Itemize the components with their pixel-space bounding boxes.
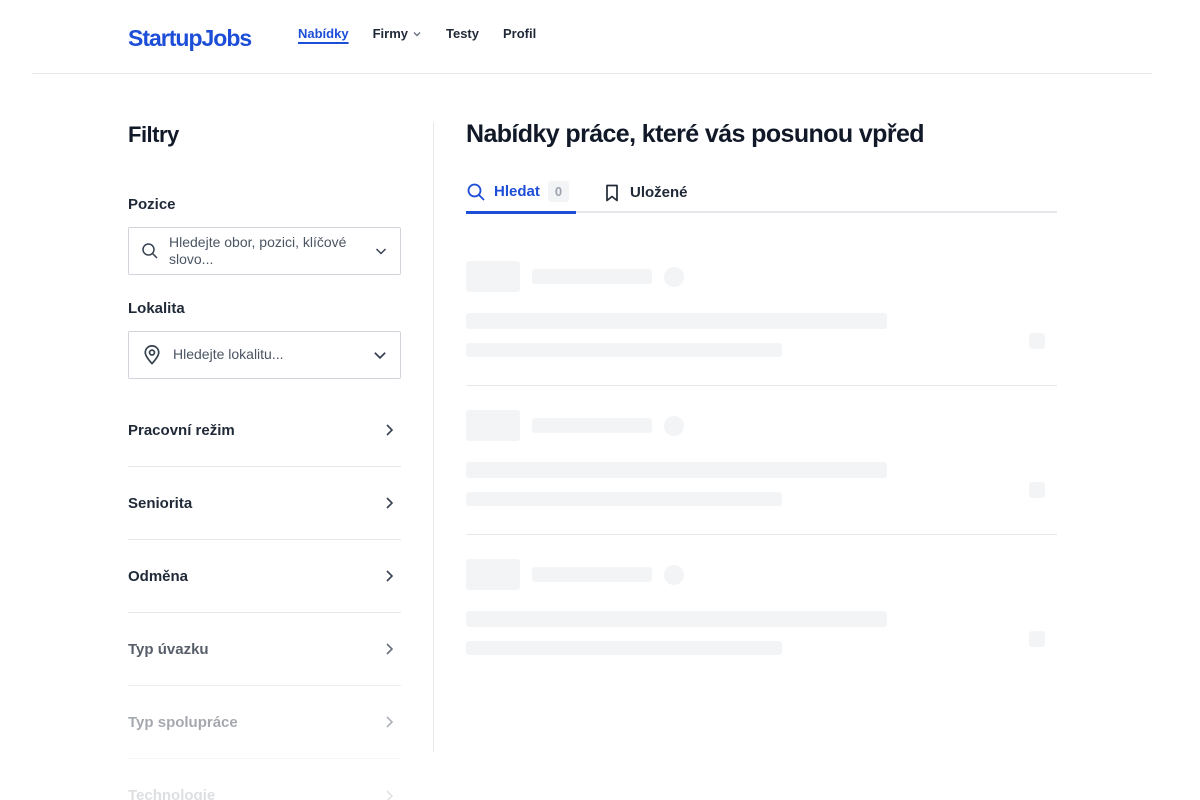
skeleton-company <box>532 418 652 433</box>
skeleton-bookmark <box>1029 333 1045 349</box>
logo-text-jobs: Jobs <box>201 24 253 51</box>
logo-text-startup: Startup <box>128 24 202 51</box>
filters-sidebar: Filtry Pozice Hledejte obor, pozici, klí… <box>128 122 401 800</box>
filter-technologies[interactable]: Technologie <box>128 759 401 800</box>
job-card-skeleton <box>466 386 1057 535</box>
skeleton-meta <box>466 641 782 655</box>
tab-saved[interactable]: Uložené <box>602 172 688 213</box>
skeleton-logo <box>466 410 520 441</box>
chevron-right-icon <box>386 424 394 436</box>
chevron-right-icon <box>386 497 394 509</box>
nav-item-testy[interactable]: Testy <box>446 26 479 41</box>
nav-item-profil[interactable]: Profil <box>503 26 536 41</box>
top-header: Startup Jobs Nabídky Firmy Testy Profil <box>32 0 1152 74</box>
position-placeholder: Hledejte obor, pozici, klíčové slovo... <box>169 233 347 268</box>
nav-label: Testy <box>445 26 479 41</box>
filter-label: Seniorita <box>128 494 193 512</box>
filter-label: Technologie <box>128 787 216 800</box>
skeleton-dot <box>664 565 684 585</box>
location-placeholder: Hledejte lokalitu... <box>173 346 284 363</box>
filter-cooperation-type[interactable]: Typ spolupráce <box>128 686 401 759</box>
page-title: Nabídky práce, které vás posunou vpřed <box>466 120 925 148</box>
skeleton-meta <box>466 343 782 357</box>
filters-title: Filtry <box>128 122 179 147</box>
skeleton-logo <box>466 261 520 292</box>
filter-label: Odměna <box>128 567 189 585</box>
filter-label: Pracovní režim <box>128 421 235 439</box>
nav-label: Profil <box>502 26 537 41</box>
location-label: Lokalita <box>128 300 185 317</box>
skeleton-dot <box>664 416 684 436</box>
skeleton-company <box>532 269 652 284</box>
skeleton-dot <box>664 267 684 287</box>
bookmark-icon <box>606 184 618 201</box>
filter-employment-type[interactable]: Typ úvazku <box>128 613 401 686</box>
chevron-down-icon <box>413 31 421 36</box>
nav-label: Firmy <box>372 26 408 41</box>
skeleton-bookmark <box>1029 631 1045 647</box>
results-count-badge: 0 <box>547 181 570 202</box>
skeleton-company <box>532 567 652 582</box>
skeleton-meta <box>466 492 782 506</box>
chevron-right-icon <box>386 716 394 728</box>
nav-item-nabidky[interactable]: Nabídky <box>298 26 349 41</box>
job-card-skeleton <box>466 237 1057 386</box>
tab-search-label: Hledat <box>494 183 540 200</box>
nav-item-firmy[interactable]: Firmy <box>373 26 422 41</box>
position-search-input[interactable]: Hledejte obor, pozici, klíčové slovo... <box>128 227 401 275</box>
chevron-right-icon <box>386 643 394 655</box>
tab-search[interactable]: Hledat 0 <box>466 172 576 214</box>
skeleton-bookmark <box>1029 482 1045 498</box>
skeleton-title <box>466 462 887 478</box>
filter-label: Typ spolupráce <box>128 713 238 731</box>
filter-seniority[interactable]: Seniorita <box>128 467 401 540</box>
chevron-right-icon <box>386 789 394 800</box>
skeleton-title <box>466 313 887 329</box>
chevron-down-icon[interactable] <box>372 347 388 363</box>
location-pin-icon <box>144 344 160 365</box>
search-icon <box>467 183 485 201</box>
chevron-down-icon[interactable] <box>374 244 388 258</box>
startupjobs-logo[interactable]: Startup Jobs <box>128 22 253 54</box>
chevron-right-icon <box>386 570 394 582</box>
filter-work-mode[interactable]: Pracovní režim <box>128 394 401 467</box>
sidebar-divider <box>433 122 434 752</box>
results-tabs: Hledat 0 Uložené <box>466 172 1057 214</box>
search-icon <box>142 243 158 259</box>
filter-salary[interactable]: Odměna <box>128 540 401 613</box>
nav-label: Nabídky <box>298 26 349 41</box>
skeleton-logo <box>466 559 520 590</box>
skeleton-title <box>466 611 887 627</box>
location-search-input[interactable]: Hledejte lokalitu... <box>128 331 401 379</box>
main-nav: Nabídky Firmy Testy Profil <box>298 26 536 41</box>
job-card-skeleton <box>466 535 1057 684</box>
tab-saved-label: Uložené <box>630 184 688 201</box>
position-label: Pozice <box>128 196 176 213</box>
filter-label: Typ úvazku <box>128 640 209 658</box>
